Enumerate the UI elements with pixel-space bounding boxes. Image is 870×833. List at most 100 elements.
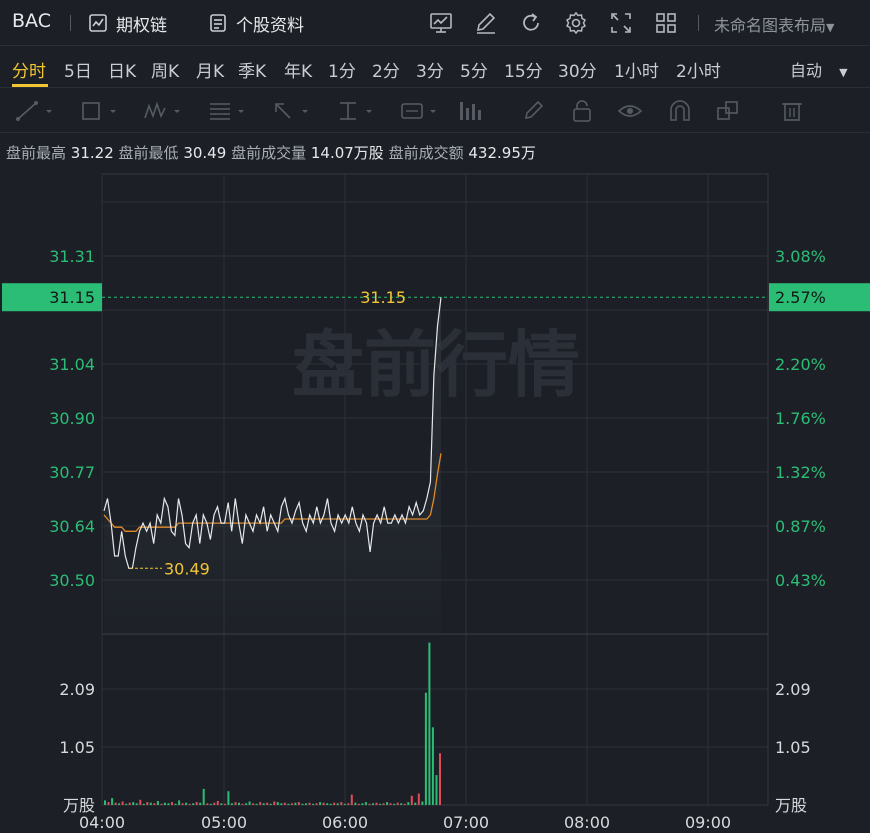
arrow-tool-icon[interactable] (270, 98, 310, 124)
volume-bar (111, 798, 114, 805)
auto-dropdown[interactable]: 自动 ▼ (790, 57, 848, 81)
period-tab-11[interactable]: 15分 (504, 57, 543, 82)
volume-bar (435, 775, 438, 805)
premarket-amount-value: 432.95万 (468, 144, 536, 162)
pattern-tool-icon[interactable] (142, 98, 182, 124)
volume-bar (255, 803, 258, 805)
period-tabs: 自动 ▼ 分时 5日 日K 周K 月K 季K 年K 1分 2分 3分 5分 15分 30分 1小时 2小时 (0, 47, 870, 88)
price-tick-label: 31.04 (49, 355, 95, 374)
volume-bar (294, 802, 297, 805)
lock-icon[interactable] (568, 98, 608, 124)
volume-bar (167, 803, 170, 805)
refresh-icon[interactable] (518, 10, 544, 36)
layers-icon[interactable] (714, 98, 754, 124)
period-tab-10[interactable]: 5分 (460, 57, 488, 82)
period-tab-3[interactable]: 周K (151, 57, 179, 82)
symbol-label[interactable]: BAC (12, 10, 51, 32)
measure-tool-icon[interactable] (334, 98, 374, 124)
volume-bar (139, 799, 142, 805)
period-tab-13[interactable]: 1小时 (614, 57, 659, 82)
volume-bar (375, 802, 378, 805)
volume-bar (223, 803, 226, 805)
period-tab-5[interactable]: 季K (238, 57, 266, 82)
volume-bar (107, 802, 110, 805)
volume-bar (393, 803, 396, 805)
volume-bars (104, 642, 441, 805)
volume-tick-label-right: 2.09 (775, 680, 811, 699)
volume-bar (361, 803, 364, 805)
options-chain-button[interactable]: 期权链 (88, 10, 167, 36)
volume-bar (326, 803, 329, 805)
pct-tick-label: 2.20% (775, 355, 826, 374)
indicator-tool-icon[interactable] (456, 98, 496, 124)
fullscreen-icon[interactable] (608, 10, 634, 36)
layout-dropdown[interactable]: 未命名图表布局▼ (714, 12, 834, 36)
eye-icon[interactable] (616, 98, 656, 124)
text-tool-icon[interactable] (398, 98, 438, 124)
price-tick-label: 30.77 (49, 463, 95, 482)
period-tab-14[interactable]: 2小时 (676, 57, 721, 82)
period-tab-7[interactable]: 1分 (328, 57, 356, 82)
period-tab-8[interactable]: 2分 (372, 57, 400, 82)
volume-bar (227, 791, 230, 805)
volume-bar (104, 800, 106, 805)
premarket-high-value: 31.22 (70, 144, 114, 162)
period-tab-1[interactable]: 5日 (64, 57, 92, 82)
max-price-label: 31.15 (360, 288, 406, 307)
volume-bar (357, 803, 360, 805)
trash-icon[interactable] (778, 98, 818, 124)
volume-bar (266, 802, 269, 805)
gear-icon[interactable] (563, 10, 589, 36)
volume-bar (340, 802, 343, 805)
chart-indicator-icon[interactable] (428, 10, 454, 36)
volume-tick-label: 2.09 (59, 680, 95, 699)
period-tab-4[interactable]: 月K (196, 57, 224, 82)
volume-bar (230, 803, 233, 805)
volume-unit-label-right: 万股 (775, 796, 807, 815)
pen-tool-icon[interactable] (520, 98, 560, 124)
edit-icon[interactable] (473, 10, 499, 36)
volume-bar (220, 803, 223, 805)
pct-tick-label: 1.76% (775, 409, 826, 428)
time-tick-label: 06:00 (322, 813, 368, 832)
premarket-amount-label: 盘前成交额 (388, 144, 464, 162)
period-tab-2[interactable]: 日K (108, 57, 136, 82)
volume-bar (195, 802, 198, 805)
volume-bar (118, 803, 121, 805)
volume-bar (386, 802, 389, 805)
magnet-icon[interactable] (666, 98, 706, 124)
trend-line-tool-icon[interactable] (14, 98, 54, 124)
volume-bar (428, 642, 431, 805)
intraday-chart[interactable]: 盘前行情 31.3131.0430.9030.7730.6430.503.08%… (0, 168, 870, 833)
time-tick-label: 07:00 (443, 813, 489, 832)
stock-info-button[interactable]: 个股资料 (208, 10, 304, 36)
period-tab-12[interactable]: 30分 (558, 57, 597, 82)
time-tick-label: 05:00 (201, 813, 247, 832)
toolbar-separator (70, 15, 71, 31)
period-tab-0[interactable]: 分时 (12, 57, 46, 82)
grid-layout-icon[interactable] (653, 10, 679, 36)
volume-bar (185, 802, 188, 805)
volume-bar (202, 788, 205, 805)
document-icon (210, 14, 226, 32)
options-chain-icon (89, 14, 107, 32)
layout-name: 未命名图表布局 (714, 16, 827, 35)
rectangle-tool-icon[interactable] (78, 98, 118, 124)
volume-bar (142, 803, 145, 805)
period-tab-9[interactable]: 3分 (416, 57, 444, 82)
volume-bar (417, 793, 420, 805)
pct-tick-label: 3.08% (775, 247, 826, 266)
pct-tick-label: 1.32% (775, 463, 826, 482)
volume-bar (262, 803, 265, 805)
pct-tick-label: 0.43% (775, 571, 826, 590)
current-pct-badge-text: 2.57% (775, 288, 826, 307)
volume-bar (216, 801, 219, 805)
volume-bar (333, 802, 336, 805)
period-tab-6[interactable]: 年K (284, 57, 312, 82)
fibonacci-tool-icon[interactable] (206, 98, 246, 124)
volume-bar (206, 803, 209, 805)
volume-bar (199, 802, 202, 805)
active-tab-indicator (12, 84, 48, 87)
time-tick-label: 08:00 (564, 813, 610, 832)
volume-bar (439, 753, 441, 805)
